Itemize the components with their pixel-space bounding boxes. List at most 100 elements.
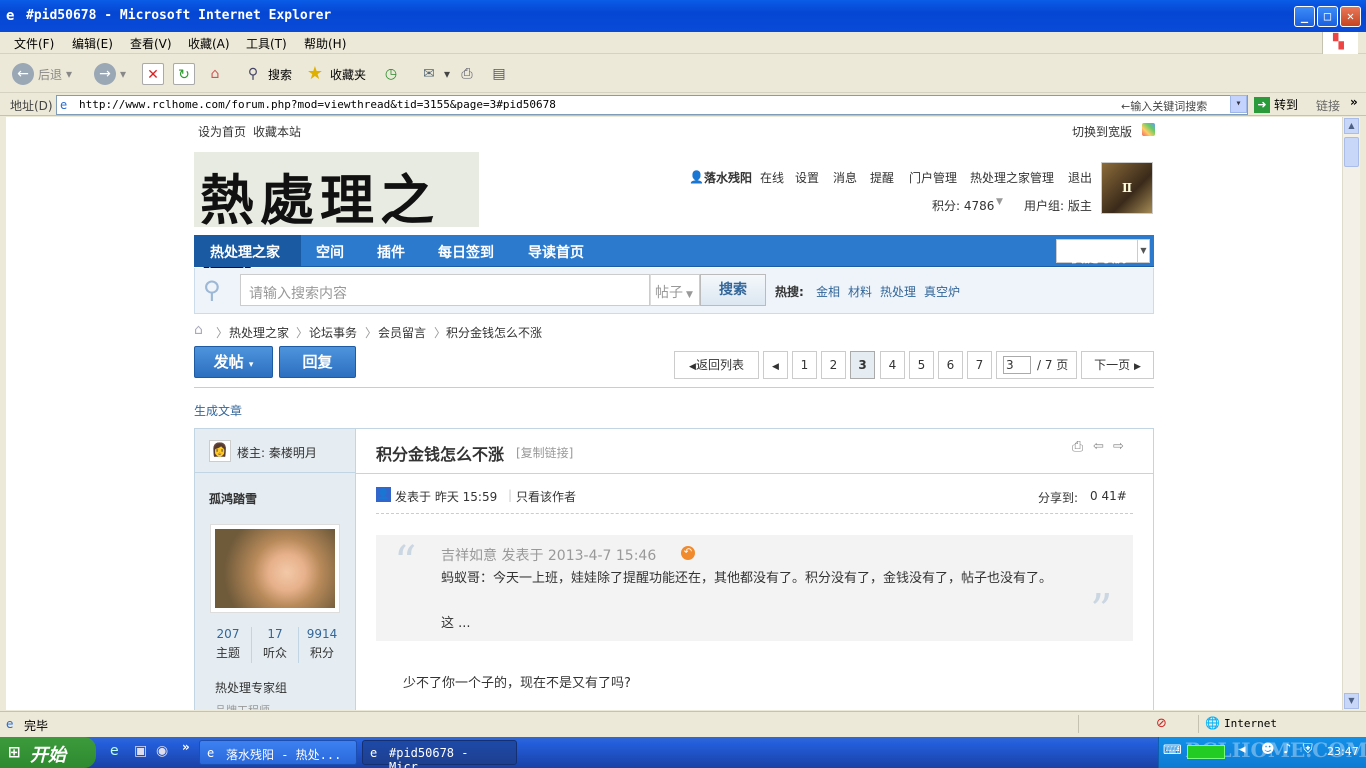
search-button[interactable]: ⚲ 搜索 xyxy=(242,61,292,87)
share-label[interactable]: 分享到: xyxy=(1038,489,1078,506)
wide-mode-link[interactable]: 切换到宽版 xyxy=(1072,123,1132,140)
page-4[interactable]: 4 xyxy=(880,351,905,379)
crumb-forum-home[interactable]: 热处理之家 xyxy=(229,324,289,341)
points-dropdown-icon[interactable]: ▼ xyxy=(996,197,1003,207)
ie-quicklaunch-icon[interactable]: e xyxy=(110,743,119,759)
only-author-link[interactable]: 只看该作者 xyxy=(516,488,576,505)
menu-edit[interactable]: 编辑(E) xyxy=(72,35,113,52)
next-thread-icon[interactable]: ⇨ xyxy=(1113,439,1124,454)
copy-link-button[interactable]: [复制链接] xyxy=(516,444,573,461)
site-admin-link[interactable]: 热处理之家管理 xyxy=(970,169,1054,186)
forward-button[interactable]: → ▾ xyxy=(94,61,126,87)
title-bar[interactable]: e #pid50678 - Microsoft Internet Explore… xyxy=(0,0,1366,32)
search-scope-select[interactable]: 帖子 ▼ xyxy=(650,274,700,306)
page-1[interactable]: 1 xyxy=(792,351,817,379)
bookmark-site-link[interactable]: 收藏本站 xyxy=(253,123,301,140)
start-button[interactable]: ⊞ 开始 xyxy=(0,737,96,768)
nav-daily-signin[interactable]: 每日签到 xyxy=(438,242,494,262)
author-avatar[interactable] xyxy=(210,524,340,613)
scroll-up-icon[interactable]: ▲ xyxy=(1344,118,1359,134)
hot-search-rechuli[interactable]: 热处理 xyxy=(880,283,916,300)
reply-button[interactable]: 回复 xyxy=(279,346,356,378)
portal-admin-link[interactable]: 门户管理 xyxy=(909,169,957,186)
nav-home[interactable]: 热处理之家 xyxy=(210,242,280,262)
network-tray-icon[interactable]: ◂ xyxy=(1239,742,1246,757)
prev-page-button[interactable]: ◀ xyxy=(763,351,788,379)
desktop-quicklaunch-icon[interactable]: ▣ xyxy=(134,743,147,759)
print-icon[interactable]: ⎙ xyxy=(1072,439,1083,455)
search-input[interactable]: 请输入搜索内容 xyxy=(240,274,650,306)
minimize-button[interactable]: _ xyxy=(1294,6,1315,27)
volume-meter-icon[interactable] xyxy=(1187,745,1225,759)
hot-search-jinxiang[interactable]: 金相 xyxy=(816,283,840,300)
scroll-down-icon[interactable]: ▼ xyxy=(1344,693,1359,709)
nav-space[interactable]: 空间 xyxy=(316,242,344,262)
points-display[interactable]: 积分: 4786 xyxy=(932,197,994,214)
stat-followers[interactable]: 17 听众 xyxy=(252,627,299,663)
task-forum-window[interactable]: e 落水残阳 - 热处... xyxy=(199,740,357,765)
page-jump-input[interactable]: 3 xyxy=(1003,356,1031,374)
menu-favorites[interactable]: 收藏(A) xyxy=(188,35,230,52)
go-button[interactable]: ➜ 转到 xyxy=(1254,96,1298,113)
page-3[interactable]: 3 xyxy=(850,351,875,379)
vertical-scrollbar[interactable]: ▲ ▼ xyxy=(1342,117,1360,710)
menu-file[interactable]: 文件(F) xyxy=(14,35,54,52)
links-chevron-icon[interactable]: » xyxy=(1350,95,1358,109)
set-homepage-link[interactable]: 设为首页 xyxy=(198,123,246,140)
stop-button[interactable]: ✕ xyxy=(142,61,164,87)
refresh-button[interactable]: ↻ xyxy=(173,61,195,87)
media-quicklaunch-icon[interactable]: ◉ xyxy=(156,743,168,759)
color-palette-icon[interactable] xyxy=(1142,123,1155,136)
keyboard-tray-icon[interactable]: ⌨ xyxy=(1163,743,1182,758)
history-button[interactable]: ◷ xyxy=(380,61,402,87)
page-2[interactable]: 2 xyxy=(821,351,846,379)
edit-button[interactable]: ▤ xyxy=(488,61,510,87)
menu-help[interactable]: 帮助(H) xyxy=(304,35,346,52)
stat-threads[interactable]: 207 主题 xyxy=(205,627,252,663)
next-page-button[interactable]: 下一页 ▶ xyxy=(1081,351,1154,379)
author-name[interactable]: 孤鸿踏雪 xyxy=(209,490,257,507)
print-button[interactable]: ⎙ xyxy=(456,61,478,87)
home-crumb-icon[interactable]: ⌂ xyxy=(194,322,203,338)
address-input[interactable]: e http://www.rclhome.com/forum.php?mod=v… xyxy=(56,95,1248,115)
generate-article-link[interactable]: 生成文章 xyxy=(194,402,242,419)
page-5[interactable]: 5 xyxy=(909,351,934,379)
hot-search-zhenkonglu[interactable]: 真空炉 xyxy=(924,283,960,300)
mail-button[interactable]: ✉ ▾ xyxy=(418,61,450,87)
stat-points[interactable]: 9914 积分 xyxy=(299,627,345,663)
hot-search-cailiao[interactable]: 材料 xyxy=(848,283,872,300)
maximize-button[interactable]: □ xyxy=(1317,6,1338,27)
prev-thread-icon[interactable]: ⇦ xyxy=(1093,439,1104,454)
home-button[interactable]: ⌂ xyxy=(204,61,226,87)
user-tray-icon[interactable]: ☻ xyxy=(1261,742,1275,757)
favorites-button[interactable]: ★ 收藏夹 xyxy=(304,61,366,87)
messages-link[interactable]: 消息 xyxy=(833,169,857,186)
quicklaunch-more-icon[interactable]: » xyxy=(182,740,190,754)
quote-jump-icon[interactable]: ↶ xyxy=(681,546,695,560)
quick-nav-button[interactable]: 快捷导航 ▼ xyxy=(1056,239,1150,266)
site-logo[interactable]: 熱處理之家 xyxy=(194,152,479,311)
page-7[interactable]: 7 xyxy=(967,351,992,379)
menu-tools[interactable]: 工具(T) xyxy=(246,35,287,52)
page-6[interactable]: 6 xyxy=(938,351,963,379)
links-label[interactable]: 链接 xyxy=(1316,97,1340,114)
scroll-thumb[interactable] xyxy=(1344,137,1359,167)
crumb-member-messages[interactable]: 会员留言 xyxy=(378,324,426,341)
privacy-icon[interactable]: ⊘ xyxy=(1156,716,1167,731)
menu-view[interactable]: 查看(V) xyxy=(130,35,172,52)
nav-plugins[interactable]: 插件 xyxy=(377,242,405,262)
settings-link[interactable]: 设置 xyxy=(795,169,819,186)
back-to-list-button[interactable]: ◀返回列表 xyxy=(674,351,759,379)
close-button[interactable]: ✕ xyxy=(1340,6,1361,27)
task-current-window[interactable]: e #pid50678 - Micr... xyxy=(362,740,517,768)
back-button[interactable]: ← 后退 ▾ xyxy=(12,61,72,87)
username-link[interactable]: 落水残阳 xyxy=(704,169,752,186)
nav-guide[interactable]: 导读首页 xyxy=(528,242,584,262)
search-button[interactable]: 搜索 xyxy=(700,274,766,306)
new-post-button[interactable]: 发帖 ▾ xyxy=(194,346,273,378)
clock[interactable]: 23:47 xyxy=(1327,745,1359,758)
reminders-link[interactable]: 提醒 xyxy=(870,169,894,186)
crumb-forum-affairs[interactable]: 论坛事务 xyxy=(309,324,357,341)
user-avatar[interactable]: Ⅱ xyxy=(1101,162,1153,214)
sound-tray-icon[interactable]: ♪ xyxy=(1283,742,1291,757)
